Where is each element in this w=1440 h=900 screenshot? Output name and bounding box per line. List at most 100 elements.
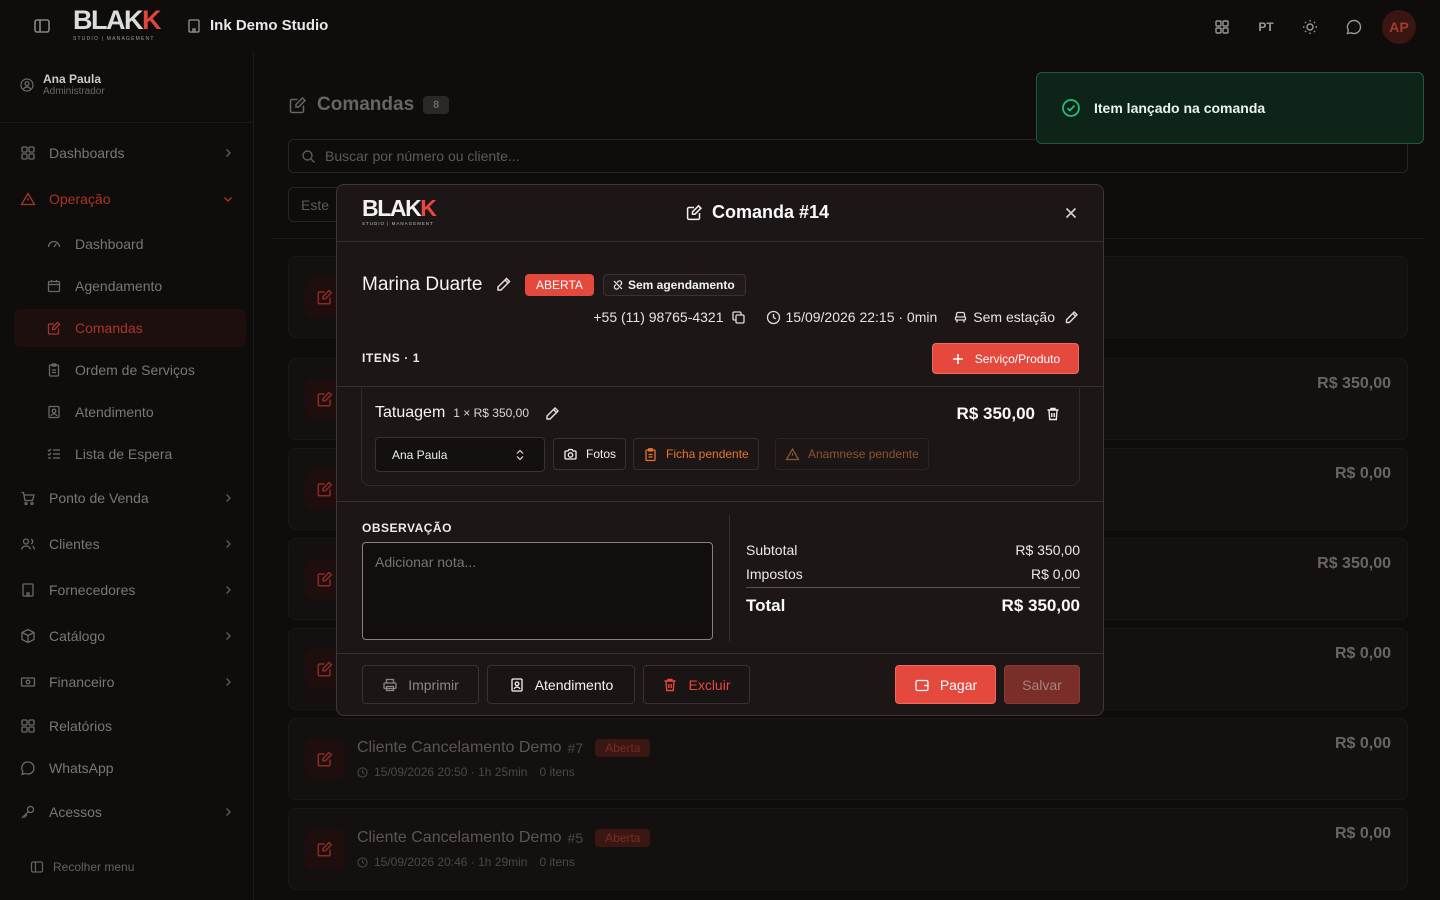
observation-textarea[interactable]	[362, 542, 713, 640]
search-input[interactable]: Buscar por número ou cliente...	[288, 139, 1408, 173]
table-row[interactable]: Cliente Cancelamento Demo #5 Aberta 15/0…	[288, 808, 1408, 890]
status-badge: ABERTA	[525, 274, 594, 296]
sun-icon	[1303, 20, 1317, 34]
service-icon	[511, 677, 523, 692]
chevron-right-icon	[226, 678, 231, 686]
sidebar-item-label: Acessos	[49, 804, 102, 820]
building-icon	[188, 18, 200, 33]
clock-icon	[766, 310, 780, 324]
professional-select[interactable]: Ana Paula	[375, 437, 545, 472]
sidebar-item-financeiro[interactable]: Financeiro	[14, 663, 246, 701]
row-client-name: Cliente Cancelamento Demo #7 Aberta	[357, 739, 651, 757]
chevron-right-icon	[226, 494, 231, 502]
sidebar-item-fornecedores[interactable]: Fornecedores	[14, 571, 246, 609]
sidebar-item-label: Dashboard	[75, 236, 144, 252]
key-icon	[21, 805, 35, 819]
link-off-icon	[613, 280, 623, 290]
page-title-text: Comandas	[317, 94, 415, 115]
sidebar-item-label: Relatórios	[49, 718, 113, 734]
appointment-badge: Sem agendamento	[603, 274, 746, 296]
station-label: Sem estação	[973, 309, 1055, 325]
sidebar-item-clientes[interactable]: Clientes	[14, 525, 246, 563]
sidebar-item-lista-espera[interactable]: Lista de Espera	[14, 435, 246, 473]
user-info[interactable]: Ana Paula Administrador	[20, 72, 105, 98]
sidebar-item-catalogo[interactable]: Catálogo	[14, 617, 246, 655]
client-name: Marina Duarte	[362, 274, 483, 295]
sidebar-item-label: Agendamento	[75, 278, 163, 294]
sidebar-item-label: Ponto de Venda	[49, 490, 149, 506]
modal-logo: BLAKK STUDIO | MANAGEMENT	[362, 195, 437, 226]
row-value: R$ 0,00	[1334, 825, 1391, 842]
count-badge: 8	[423, 96, 450, 114]
divider	[337, 653, 1103, 654]
row-item-count: 0 itens	[539, 855, 575, 869]
chevron-right-icon	[226, 632, 231, 640]
divider	[337, 501, 1103, 502]
sidebar-item-relatorios[interactable]: Relatórios	[14, 707, 246, 745]
language-switcher[interactable]: PT	[1244, 11, 1288, 43]
sidebar-item-comandas[interactable]: Comandas	[14, 309, 246, 347]
taxes-value: R$ 0,00	[1030, 566, 1080, 582]
modal-title: Comanda #14	[685, 202, 829, 223]
list-icon	[47, 448, 60, 459]
row-item-count: 0 itens	[539, 765, 575, 779]
calendar-icon	[47, 280, 61, 293]
modal-title-text: Comanda #14	[712, 202, 830, 222]
sidebar-item-dashboard[interactable]: Dashboard	[14, 225, 246, 263]
trash-icon[interactable]	[1045, 406, 1061, 422]
sidebar-item-acessos[interactable]: Acessos	[14, 793, 246, 831]
logo-wordmark: BLAKK	[362, 195, 437, 221]
sidebar-item-ordem-servicos[interactable]: Ordem de Serviços	[14, 351, 246, 389]
sidebar-toggle-icon[interactable]	[32, 16, 52, 36]
service-button[interactable]: Atendimento	[487, 665, 635, 704]
collapse-menu-button[interactable]: Recolher menu	[30, 860, 134, 874]
pay-button[interactable]: Pagar	[895, 665, 996, 704]
photos-button[interactable]: Fotos	[553, 438, 627, 470]
camera-icon	[564, 448, 577, 460]
cart-icon	[21, 491, 35, 506]
messages-button[interactable]	[1332, 11, 1376, 43]
warning-triangle-icon	[785, 447, 800, 460]
ficha-pending-button[interactable]: Ficha pendente	[633, 438, 759, 470]
sidebar-item-operacao[interactable]: Operação	[14, 180, 246, 218]
collapse-menu-label: Recolher menu	[53, 860, 135, 874]
pencil-icon[interactable]	[544, 406, 560, 422]
money-icon	[20, 677, 36, 687]
sidebar-item-atendimento[interactable]: Atendimento	[14, 393, 246, 431]
item-name: Tatuagem	[375, 404, 446, 421]
success-toast[interactable]: Item lançado na comanda	[1036, 72, 1424, 144]
status-badge: Aberta	[595, 829, 651, 847]
sidebar-item-dashboards[interactable]: Dashboards	[14, 134, 246, 172]
subtotal-row: Subtotal R$ 350,00	[746, 542, 1080, 558]
row-client-name: Cliente Cancelamento Demo #5 Aberta	[357, 829, 651, 847]
add-item-label: Serviço/Produto	[974, 351, 1061, 366]
photos-label: Fotos	[586, 447, 617, 461]
page-title: Comandas 8	[288, 94, 450, 116]
delete-button[interactable]: Excluir	[643, 665, 750, 704]
row-value: R$ 350,00	[1317, 375, 1391, 392]
sidebar-item-agendamento[interactable]: Agendamento	[14, 267, 246, 305]
sidebar-item-ponto-venda[interactable]: Ponto de Venda	[14, 479, 246, 517]
theme-toggle[interactable]	[1288, 11, 1332, 43]
user-avatar[interactable]: AP	[1382, 10, 1416, 44]
save-button[interactable]: Salvar	[1004, 665, 1080, 704]
building-icon	[22, 583, 34, 597]
pencil-icon[interactable]	[495, 276, 512, 293]
anamnese-pending-button[interactable]: Anamnese pendente	[775, 438, 929, 470]
print-button[interactable]: Imprimir	[362, 665, 479, 704]
delete-label: Excluir	[688, 676, 731, 693]
apps-grid-button[interactable]	[1200, 11, 1244, 43]
table-row[interactable]: Cliente Cancelamento Demo #7 Aberta 15/0…	[288, 718, 1408, 800]
row-number: #5	[567, 830, 584, 846]
close-icon[interactable]	[1063, 205, 1079, 221]
order-icon	[686, 204, 702, 221]
studio-selector[interactable]: Ink Demo Studio	[186, 17, 328, 34]
sidebar-item-whatsapp[interactable]: WhatsApp	[14, 749, 246, 787]
add-item-button[interactable]: Serviço/Produto	[932, 343, 1079, 374]
divider	[337, 386, 1103, 387]
divider	[729, 515, 730, 641]
copy-icon[interactable]	[731, 310, 746, 325]
item-title: Tatuagem 1 × R$ 350,00	[375, 404, 529, 422]
pencil-icon[interactable]	[1064, 310, 1079, 325]
app-logo[interactable]: BLAKK STUDIO | MANAGEMENT	[73, 6, 165, 44]
